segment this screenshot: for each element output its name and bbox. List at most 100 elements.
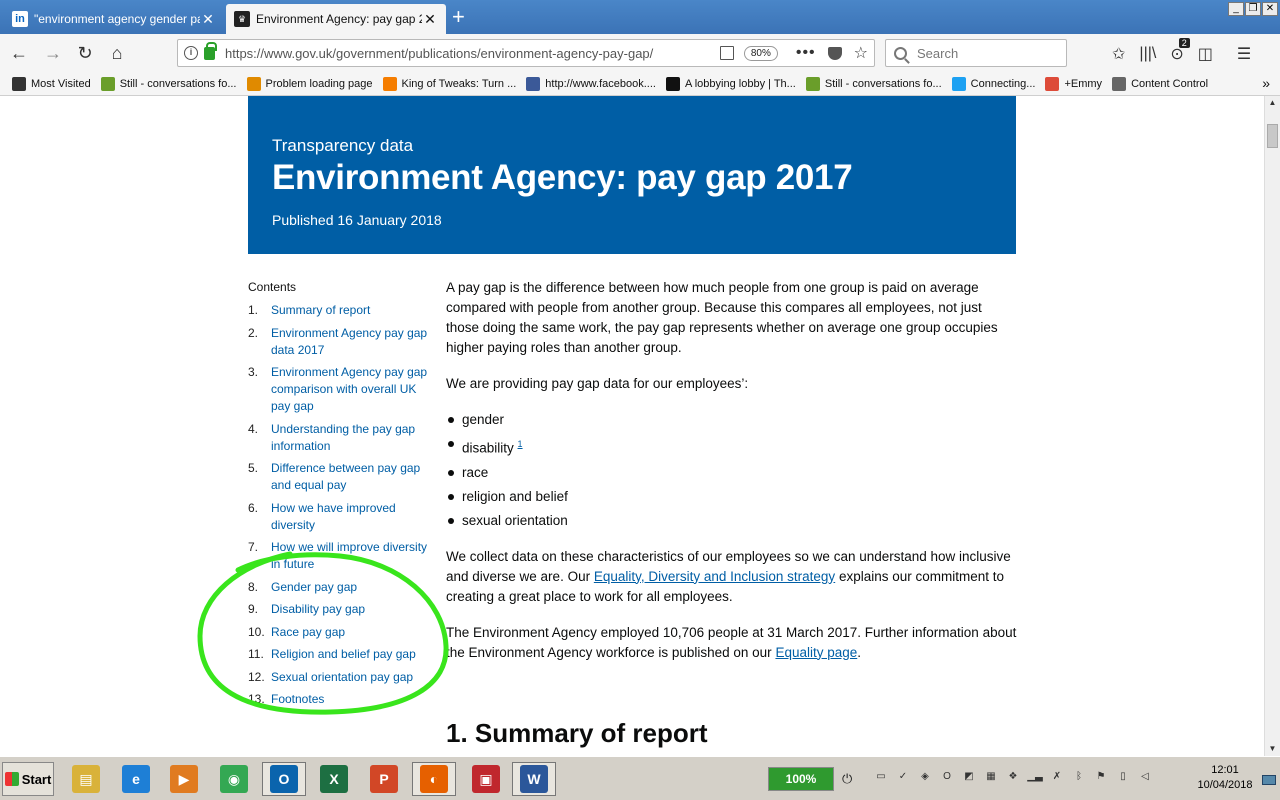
contents-item: 10. Race pay gap xyxy=(248,624,428,641)
bookmark-label: Content Control xyxy=(1131,77,1209,90)
contents-item-number: 9. xyxy=(248,602,259,616)
bookmark-item[interactable]: http://www.facebook.... xyxy=(526,76,656,91)
bookmark-item[interactable]: Problem loading page xyxy=(246,76,373,91)
arrow-left-icon: ← xyxy=(10,42,28,63)
tray-app-icon[interactable]: ✓ xyxy=(894,767,912,785)
address-bar[interactable]: i https://www.gov.uk/government/publicat… xyxy=(177,39,875,67)
contents-item-link[interactable]: Gender pay gap xyxy=(271,579,357,596)
outlook-tray-icon[interactable]: O xyxy=(938,767,956,785)
tab-linkedin-search[interactable]: in "environment agency gender pay" ✕ xyxy=(4,4,224,34)
start-label: Start xyxy=(21,771,52,787)
bookmarks-toolbar: Most Visited Still - conversations fo... P… xyxy=(0,72,1280,96)
system-clock[interactable]: 12:01 10/04/2018 xyxy=(1190,763,1260,793)
contents-item-link[interactable]: Footnotes xyxy=(271,691,324,708)
volume-icon[interactable]: ◁ xyxy=(1136,767,1154,785)
search-input[interactable]: Search xyxy=(885,39,1067,67)
taskbar-app-button[interactable]: ◐ xyxy=(412,762,456,796)
new-tab-button[interactable]: + xyxy=(452,5,465,29)
file-explorer-icon: ▤ xyxy=(72,765,100,793)
equality-strategy-link[interactable]: Equality, Diversity and Inclusion strate… xyxy=(594,569,835,584)
reader-view-icon[interactable] xyxy=(719,46,734,60)
show-desktop-icon[interactable] xyxy=(1262,775,1276,785)
pdf-icon[interactable]: ▦ xyxy=(982,767,1000,785)
bookmark-item[interactable]: King of Tweaks: Turn ... xyxy=(382,76,516,91)
list-item-text: disability xyxy=(462,440,514,456)
excel-icon: X xyxy=(320,765,348,793)
wifi-signal-icon[interactable]: ▁▃ xyxy=(1026,767,1044,785)
sidebar-icon[interactable]: ◫ xyxy=(1198,44,1213,64)
contents-item-link[interactable]: Religion and belief pay gap xyxy=(271,646,416,663)
tab-pay-gap-page[interactable]: ♛ Environment Agency: pay gap 201 ✕ xyxy=(226,4,446,34)
page-scrollbar[interactable]: ▲ ▼ xyxy=(1264,96,1280,756)
dropbox-icon[interactable]: ❖ xyxy=(1004,767,1022,785)
close-window-button[interactable]: ✕ xyxy=(1262,2,1278,16)
contents-item-link[interactable]: Sexual orientation pay gap xyxy=(271,669,413,686)
bookmark-item[interactable]: Content Control xyxy=(1112,76,1209,91)
contents-item-link[interactable]: Difference between pay gap and equal pay xyxy=(271,460,428,494)
contents-item-link[interactable]: Understanding the pay gap information xyxy=(271,421,428,455)
outlook-icon: O xyxy=(270,765,298,793)
scroll-up-icon[interactable]: ▲ xyxy=(1265,96,1280,110)
restore-button[interactable]: ❐ xyxy=(1245,2,1261,16)
more-bookmarks-chevron-icon[interactable]: » xyxy=(1262,75,1270,91)
bluetooth-icon[interactable]: ᛒ xyxy=(1070,767,1088,785)
home-button[interactable]: ⌂ xyxy=(104,41,130,65)
bookmark-star-icon[interactable]: ☆ xyxy=(854,43,868,63)
network-tool-icon[interactable]: ◩ xyxy=(960,767,978,785)
taskbar-app-button[interactable]: ▣ xyxy=(464,762,508,796)
list-item: religion and belief xyxy=(446,487,1018,507)
taskbar-app-button[interactable]: ◉ xyxy=(212,762,256,796)
equality-page-link[interactable]: Equality page xyxy=(775,645,857,660)
forward-button[interactable]: → xyxy=(40,41,66,65)
contents-item-link[interactable]: Disability pay gap xyxy=(271,601,365,618)
bookmark-item[interactable]: Connecting... xyxy=(951,76,1035,91)
page-actions-menu-icon[interactable]: ••• xyxy=(796,44,816,62)
security-alert-icon[interactable]: ✗ xyxy=(1048,767,1066,785)
scrollbar-thumb[interactable] xyxy=(1267,124,1278,148)
firefox-icon: ◐ xyxy=(420,765,448,793)
site-info-icon[interactable]: i xyxy=(184,46,198,60)
bookmark-item[interactable]: A lobbying lobby | Th... xyxy=(665,76,796,91)
bookmark-item[interactable]: Most Visited xyxy=(12,76,91,91)
bookmark-item[interactable]: +Emmy xyxy=(1045,76,1102,91)
taskbar-app-button[interactable]: X xyxy=(312,762,356,796)
contents-heading: Contents xyxy=(248,280,297,294)
contents-item-link[interactable]: How we will improve diversity in future xyxy=(271,539,428,573)
folder-icon[interactable]: ▭ xyxy=(872,767,890,785)
zoom-level-badge[interactable]: 80% xyxy=(743,45,778,61)
taskbar-app-button[interactable]: P xyxy=(362,762,406,796)
battery-indicator[interactable]: 100% xyxy=(768,767,834,791)
home-icon: ⌂ xyxy=(111,42,123,63)
scroll-down-icon[interactable]: ▼ xyxy=(1265,742,1280,756)
back-button[interactable]: ← xyxy=(6,41,32,65)
bookmark-menu-icon[interactable]: ✩ xyxy=(1112,44,1125,64)
tab-close-icon[interactable]: ✕ xyxy=(422,11,438,28)
contents-item-link[interactable]: Environment Agency pay gap comparison wi… xyxy=(271,364,428,415)
tab-close-icon[interactable]: ✕ xyxy=(200,11,216,28)
reload-button[interactable]: ↻ xyxy=(72,41,98,65)
taskbar-app-button[interactable]: W xyxy=(512,762,556,796)
pocket-icon[interactable] xyxy=(827,46,842,60)
usb-icon[interactable]: ▯ xyxy=(1114,767,1132,785)
bookmark-item[interactable]: Still - conversations fo... xyxy=(805,76,942,91)
contents-item-link[interactable]: Environment Agency pay gap data 2017 xyxy=(271,325,428,359)
contents-item-link[interactable]: Race pay gap xyxy=(271,624,345,641)
bookmark-item[interactable]: Still - conversations fo... xyxy=(100,76,237,91)
hamburger-menu-icon[interactable]: ☰ xyxy=(1237,44,1251,64)
library-icon[interactable]: |||\ xyxy=(1139,45,1156,63)
footnote-link[interactable]: 1 xyxy=(518,439,523,449)
sync-icon[interactable]: ⊙ 2 xyxy=(1170,38,1190,64)
clock-date: 10/04/2018 xyxy=(1197,779,1253,791)
url-text[interactable]: https://www.gov.uk/government/publicatio… xyxy=(225,46,710,61)
taskbar-app-button[interactable]: O xyxy=(262,762,306,796)
taskbar-app-button[interactable]: e xyxy=(114,762,158,796)
start-button[interactable]: Start xyxy=(2,762,54,796)
taskbar-app-button[interactable]: ▤ xyxy=(64,762,108,796)
contents-item-link[interactable]: How we have improved diversity xyxy=(271,500,428,534)
flag-icon[interactable]: ⚑ xyxy=(1092,767,1110,785)
taskbar-app-button[interactable]: ▶ xyxy=(162,762,206,796)
minimize-button[interactable]: _ xyxy=(1228,2,1244,16)
antivirus-icon[interactable]: ◈ xyxy=(916,767,934,785)
contents-item-link[interactable]: Summary of report xyxy=(271,302,370,319)
list-item: sexual orientation xyxy=(446,511,1018,531)
